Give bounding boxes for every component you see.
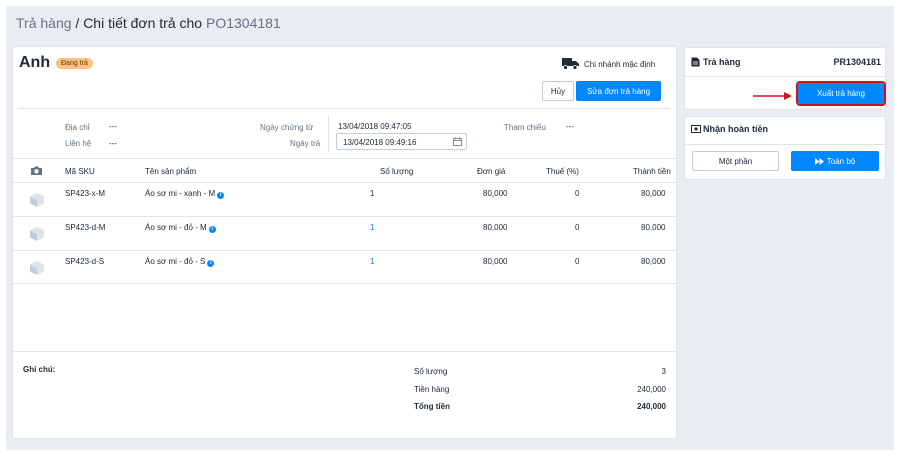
return-panel-divider [685,76,885,77]
camera-icon [31,166,42,175]
calendar-icon[interactable] [453,137,462,146]
box-icon [30,193,44,207]
summary-divider [13,351,676,352]
header-sku: Mã SKU [65,167,95,176]
header-line-total: Thành tiền [633,167,671,176]
table-row: SP423-d-M Áo sơ mi - đỏ - Mi 1 80,000 0 … [13,216,676,250]
row-product-name: Áo sơ mi - đỏ - Mi [145,223,216,233]
export-return-button[interactable]: Xuất trả hàng [796,81,886,106]
row-sku: SP423-x-M [65,189,106,198]
table-row: SP423-x-M Áo sơ mi - xanh - Mi 1 80,000 … [13,182,676,216]
box-icon [30,261,44,275]
reference-value: --- [566,122,574,131]
truck-icon [562,58,579,70]
doc-date-value: 13/04/2018 09:47:05 [338,122,412,131]
box-icon [30,227,44,241]
breadcrumb-current: Chi tiết đơn trả cho [83,15,203,31]
customer-name[interactable]: Anh [19,54,50,72]
return-date-value: 13/04/2018 09:49:16 [343,138,417,147]
summary-goods-value: 240,000 [637,385,666,394]
full-refund-label: Toàn bộ [826,156,856,166]
row-unit-price: 80,000 [483,189,508,198]
table-top-divider [13,158,676,159]
forward-icon [814,157,824,165]
row-unit-price: 80,000 [483,257,508,266]
refund-panel-title: Nhận hoàn tiền [703,124,768,134]
header-unit-price: Đơn giá [477,167,506,176]
header-tax: Thuế (%) [546,167,579,176]
row-product-link[interactable]: Áo sơ mi - đỏ - S [145,257,205,266]
refund-panel: Nhận hoàn tiền Một phần Toàn bộ [684,116,886,180]
header-product-name: Tên sản phẩm [145,167,197,176]
summary-qty-label: Số lượng [414,367,448,376]
breadcrumb-parent[interactable]: Trả hàng [16,15,72,31]
info-divider [328,116,329,152]
row-product-name: Áo sơ mi - đỏ - Si [145,257,215,267]
return-detail-card: Anh Đang trả Chi nhánh mặc định Hủy Sửa … [12,46,677,439]
row-tax: 0 [575,223,580,232]
partial-refund-button[interactable]: Một phần [692,151,779,171]
return-date-input[interactable]: 13/04/2018 09:49:16 [336,133,467,150]
contact-value: --- [109,139,117,148]
row-sku: SP423-d-S [65,257,105,266]
summary-total-value: 240,000 [637,402,666,411]
row-tax: 0 [575,257,580,266]
row-unit-price: 80,000 [483,223,508,232]
info-icon[interactable]: i [217,192,225,199]
status-badge: Đang trả [56,58,93,69]
summary-goods-label: Tiền hàng [414,385,450,394]
summary-qty-value: 3 [661,367,666,376]
return-panel-title: Trả hàng [703,57,741,67]
full-refund-button[interactable]: Toàn bộ [791,151,879,171]
summary-total-label: Tổng tiền [414,402,450,411]
row-product-link[interactable]: Áo sơ mi - đỏ - M [145,223,207,232]
contact-label: Liên hệ [65,139,92,148]
row-sku: SP423-d-M [65,223,106,232]
table-row: SP423-d-S Áo sơ mi - đỏ - Si 1 80,000 0 … [13,250,676,284]
row-quantity: 1 [370,189,375,198]
row-quantity[interactable]: 1 [370,257,374,266]
row-tax: 0 [575,189,580,198]
row-quantity[interactable]: 1 [370,223,374,232]
cancel-button[interactable]: Hủy [542,81,574,101]
money-icon [691,125,701,133]
row-line-total: 80,000 [641,189,666,198]
info-icon[interactable]: i [208,226,216,233]
return-date-label: Ngày trả [290,139,321,148]
refund-panel-divider [685,144,885,145]
header-divider [19,108,670,109]
breadcrumb: Trả hàng / Chi tiết đơn trả cho PO130418… [16,15,281,31]
doc-date-label: Ngày chứng từ [260,123,314,132]
page-canvas: Trả hàng / Chi tiết đơn trả cho PO130418… [6,6,894,450]
return-code: PR1304181 [833,57,881,67]
row-product-name: Áo sơ mi - xanh - Mi [145,189,225,199]
address-label: Địa chỉ [65,123,90,132]
reference-label: Tham chiếu [504,123,546,132]
header-quantity: Số lượng [380,167,414,176]
arrow-annotation-icon [753,92,792,100]
address-value: --- [109,122,117,131]
row-line-total: 80,000 [641,223,666,232]
edit-return-button[interactable]: Sửa đơn trả hàng [576,81,661,101]
row-product-link[interactable]: Áo sơ mi - xanh - M [145,189,215,198]
breadcrumb-separator: / [71,15,84,31]
branch-label: Chi nhánh mặc định [584,60,656,69]
row-line-total: 80,000 [641,257,666,266]
document-icon [691,57,700,67]
info-icon[interactable]: i [207,260,215,267]
breadcrumb-order-code: PO1304181 [205,15,281,31]
note-label: Ghi chú: [23,365,56,374]
